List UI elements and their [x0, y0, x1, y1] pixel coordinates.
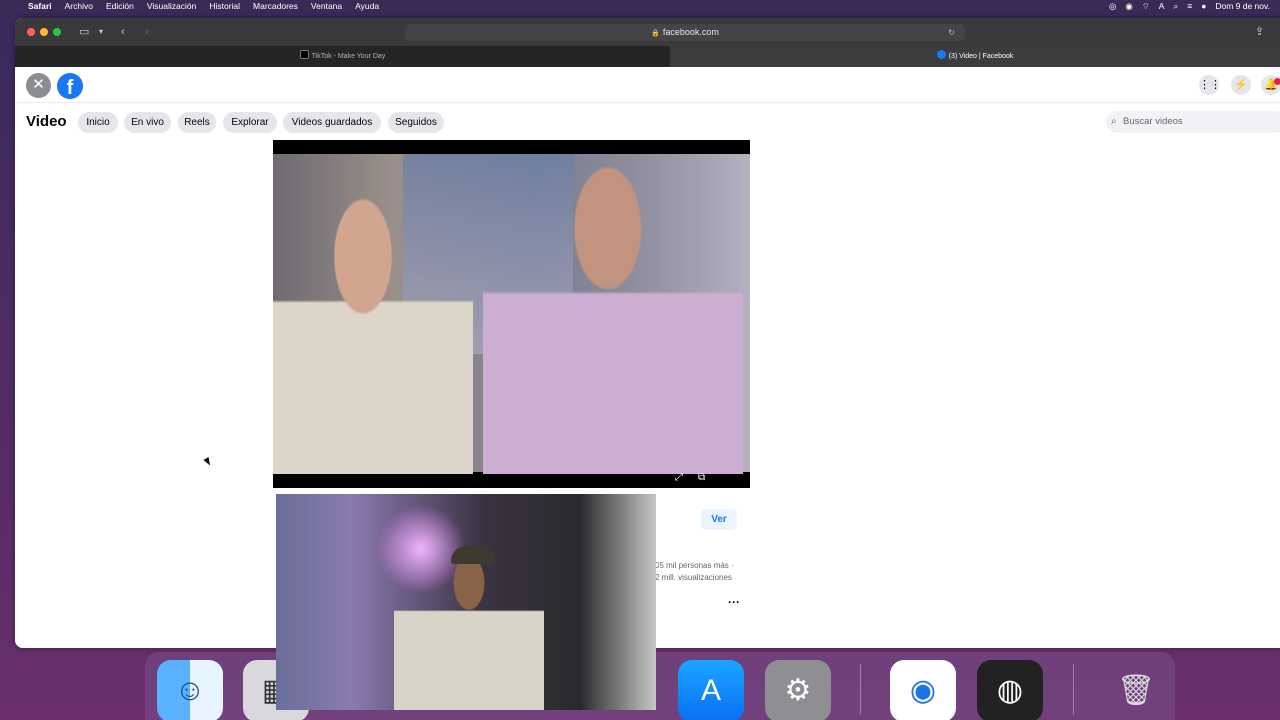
url-text: facebook.com: [662, 27, 719, 37]
tab-inicio[interactable]: Inicio: [78, 112, 118, 133]
zoom-window-button[interactable]: [53, 28, 61, 36]
video-player[interactable]: ⤢ ⧉: [273, 140, 750, 488]
cap: [451, 546, 495, 564]
minimize-window-button[interactable]: [40, 28, 48, 36]
menu-clock[interactable]: Dom 9 de nov.: [1215, 1, 1270, 11]
streamer-figure: [394, 554, 544, 710]
ver-button[interactable]: Ver: [701, 509, 737, 530]
wifi-icon[interactable]: ⌔: [1142, 1, 1150, 12]
finder-icon[interactable]: ☺: [157, 660, 223, 720]
video-frame: [273, 154, 750, 474]
menu-archivo[interactable]: Archivo: [65, 1, 93, 11]
obs-icon[interactable]: ◍: [977, 660, 1043, 720]
tab-seguidos[interactable]: Seguidos: [388, 112, 444, 133]
menu-safari[interactable]: Safari: [28, 1, 52, 11]
chevron-down-icon[interactable]: ▾: [99, 25, 103, 39]
stats-reactions: 05 mil personas más ·: [655, 561, 734, 570]
man-figure: [483, 159, 743, 474]
safari-toolbar: ▭ ▾ ‹ › 🔒 facebook.com ↻ ⇪: [15, 18, 1280, 46]
tab-label: (3) Video | Facebook: [948, 53, 1014, 60]
siri-icon[interactable]: ●: [1201, 1, 1206, 11]
control-switch-icon[interactable]: ≡: [1187, 1, 1192, 11]
bell-icon[interactable]: 🔔: [1261, 75, 1280, 95]
more-options-icon[interactable]: ···: [728, 595, 740, 609]
facebook-header: ✕ f ⋮⋮ ⚡ 🔔: [15, 67, 1280, 103]
close-icon[interactable]: ✕: [26, 73, 51, 98]
notification-badge: [1274, 78, 1280, 85]
input-source-icon[interactable]: A: [1159, 1, 1165, 11]
picture-in-picture-icon[interactable]: ⧉: [698, 472, 705, 483]
menu-visualizacion[interactable]: Visualización: [147, 1, 196, 11]
grid-icon[interactable]: ⋮⋮: [1199, 75, 1221, 95]
control-center-icon[interactable]: ◎: [1109, 1, 1116, 12]
search-placeholder: Buscar videos: [1123, 116, 1183, 127]
tab-en-vivo[interactable]: En vivo: [124, 112, 171, 133]
tab-videos-guardados[interactable]: Videos guardados: [283, 112, 381, 133]
search-input[interactable]: ⌕ Buscar videos: [1106, 111, 1280, 133]
facebook-logo[interactable]: f: [57, 73, 83, 99]
fullscreen-icon[interactable]: ⤢: [675, 472, 683, 483]
sidebar-toggle-icon[interactable]: ▭: [79, 25, 89, 39]
stats-views: 2 mill. visualizaciones: [655, 573, 732, 582]
reload-icon[interactable]: ↻: [948, 24, 955, 41]
status-area: ◎ ◉ ⌔ A ⌕ ≡ ● Dom 9 de nov.: [1109, 0, 1270, 12]
menu-marcadores[interactable]: Marcadores: [253, 1, 298, 11]
tab-tiktok[interactable]: TikTok - Make Your Day: [15, 46, 670, 67]
menu-historial[interactable]: Historial: [209, 1, 240, 11]
tab-explorar[interactable]: Explorar: [223, 112, 277, 133]
tab-reels[interactable]: Reels: [178, 112, 216, 133]
screen-record-icon[interactable]: ◉: [1125, 1, 1132, 12]
macos-menu-bar: Safari Archivo Edición Visualización His…: [0, 0, 1280, 12]
back-arrow-icon[interactable]: ‹: [121, 25, 125, 39]
app-store-icon[interactable]: A: [678, 660, 744, 720]
dock-separator: [860, 664, 861, 714]
spotlight-icon[interactable]: ⌕: [1173, 1, 1178, 12]
tiktok-favicon-icon: [299, 50, 309, 59]
chrome-icon[interactable]: ◉: [890, 660, 956, 720]
address-bar[interactable]: 🔒 facebook.com ↻: [405, 24, 965, 41]
facebook-favicon-icon: [936, 50, 946, 59]
search-icon: ⌕: [1111, 116, 1117, 127]
trash-icon[interactable]: 🗑: [1103, 660, 1169, 720]
woman-figure: [273, 184, 473, 474]
webcam-overlay: [276, 494, 656, 710]
share-icon[interactable]: ⇪: [1255, 25, 1264, 39]
video-nav: Video Inicio En vivo Reels Explorar Vide…: [15, 107, 1280, 135]
menu-ventana[interactable]: Ventana: [311, 1, 342, 11]
page-title: Video: [26, 113, 67, 130]
tab-bar: TikTok - Make Your Day (3) Video | Faceb…: [15, 46, 1280, 67]
menu-edicion[interactable]: Edición: [106, 1, 134, 11]
system-settings-icon[interactable]: ⚙: [765, 660, 831, 720]
tab-label: TikTok - Make Your Day: [311, 53, 386, 60]
tab-facebook[interactable]: (3) Video | Facebook: [670, 46, 1280, 67]
forward-arrow-icon[interactable]: ›: [145, 25, 149, 39]
messenger-icon[interactable]: ⚡: [1231, 75, 1251, 95]
lock-icon: 🔒: [651, 30, 660, 37]
close-window-button[interactable]: [27, 28, 35, 36]
menu-ayuda[interactable]: Ayuda: [355, 1, 379, 11]
dock-separator: [1073, 664, 1074, 714]
